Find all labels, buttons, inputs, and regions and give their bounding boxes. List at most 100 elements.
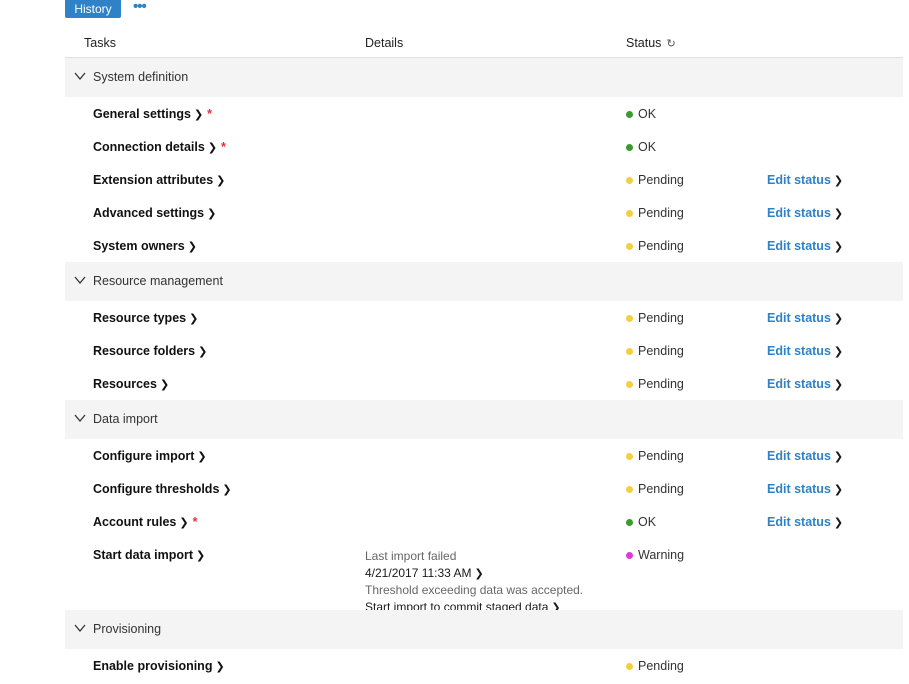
chevron-right-icon: ❯ [196,550,206,562]
edit-status-link[interactable]: Edit status ❯ [767,377,843,391]
history-button[interactable]: History [65,0,121,18]
status-dot-icon [626,347,633,355]
chevron-down-icon[interactable] [73,273,87,287]
more-dots-icon[interactable]: ••• [133,0,147,14]
edit-status-link[interactable]: Edit status ❯ [767,239,843,253]
status-indicator: Pending [626,449,684,463]
chevron-right-icon: ❯ [833,313,844,325]
table-row: Resource types ❯ Pending Edit status ❯ [65,301,903,334]
task-label: Configure import [93,449,195,463]
table-row: Configure import ❯ Pending Edit status ❯ [65,439,903,472]
required-asterisk-icon: * [221,140,226,154]
section-label: Resource management [93,274,223,288]
status-dot-icon [626,110,633,118]
edit-status-link[interactable]: Edit status ❯ [767,515,843,529]
edit-status-label: Edit status [767,482,831,496]
task-label: Connection details [93,140,205,154]
edit-status-link[interactable]: Edit status ❯ [767,482,843,496]
status-indicator: Pending [626,311,684,325]
table-row: Account rules ❯ * OK Edit status ❯ [65,505,903,538]
status-header-label: Status [626,36,662,50]
edit-status-label: Edit status [767,515,831,529]
chevron-right-icon: ❯ [207,142,218,154]
task-label: Start data import [93,548,194,562]
chevron-right-icon: ❯ [216,175,226,187]
task-link[interactable]: Connection details ❯ * [93,140,226,154]
task-link[interactable]: Configure import ❯ [93,449,207,463]
chevron-right-icon: ❯ [833,208,844,220]
status-indicator: OK [626,515,656,529]
task-label: Resource types [93,311,187,325]
status-indicator: Pending [626,206,684,220]
column-header-tasks: Tasks [84,36,116,50]
status-label: Warning [638,548,685,562]
chevron-right-icon: ❯ [187,241,197,253]
status-label: Pending [638,311,684,325]
chevron-right-icon: ❯ [833,484,844,496]
status-label: Pending [638,239,684,253]
required-asterisk-icon: * [207,107,213,121]
chevron-down-icon[interactable] [73,69,87,83]
chevron-right-icon: ❯ [197,451,207,463]
table-header: Tasks Details Status ↻ [65,32,903,58]
task-link[interactable]: Resource folders ❯ [93,344,207,358]
section-header[interactable]: System definition [65,58,903,97]
chevron-right-icon: ❯ [474,567,484,580]
task-link[interactable]: Start data import ❯ [93,548,205,562]
status-label: OK [638,515,657,529]
section-header[interactable]: Provisioning [65,610,903,649]
task-label: Resource folders [93,344,196,358]
refresh-icon[interactable]: ↻ [666,38,675,50]
chevron-right-icon: ❯ [833,517,844,529]
edit-status-label: Edit status [767,206,831,220]
chevron-down-icon[interactable] [73,411,87,425]
chevron-right-icon: ❯ [833,241,844,253]
status-label: Pending [638,377,684,391]
table-row: Configure thresholds ❯ Pending Edit status ❯ [65,472,903,505]
task-label: Extension attributes [93,173,214,187]
task-label: System owners [93,239,185,253]
task-link[interactable]: Configure thresholds ❯ [93,482,232,496]
task-link[interactable]: Enable provisioning ❯ [93,659,225,673]
status-dot-icon [626,452,633,460]
edit-status-label: Edit status [767,377,831,391]
chevron-right-icon: ❯ [193,109,204,121]
task-link[interactable]: Account rules ❯ * [93,515,197,529]
chevron-right-icon: ❯ [833,451,844,463]
task-link[interactable]: Advanced settings ❯ [93,206,216,220]
task-link[interactable]: General settings ❯ * [93,107,212,121]
required-asterisk-icon: * [192,515,198,529]
section-header[interactable]: Data import [65,400,903,439]
edit-status-link[interactable]: Edit status ❯ [767,449,843,463]
section-header[interactable]: Resource management [65,262,903,301]
section-label: System definition [93,70,189,84]
task-link[interactable]: Extension attributes ❯ [93,173,225,187]
table-row: Advanced settings ❯ Pending Edit status ❯ [65,196,903,229]
edit-status-link[interactable]: Edit status ❯ [767,206,843,220]
edit-status-label: Edit status [767,311,831,325]
task-link[interactable]: Resources ❯ [93,377,169,391]
task-label: Enable provisioning [93,659,213,673]
edit-status-label: Edit status [767,344,831,358]
task-label: Resources [93,377,157,391]
edit-status-link[interactable]: Edit status ❯ [767,344,843,358]
edit-status-label: Edit status [767,173,831,187]
status-label: OK [638,140,657,154]
table-row: General settings ❯ * OK [65,97,903,130]
import-details: Last import failed 4/21/2017 11:33 AM ❯ Thr… [365,548,583,616]
edit-status-link[interactable]: Edit status ❯ [767,311,843,325]
task-link[interactable]: System owners ❯ [93,239,197,253]
table-row: Resource folders ❯ Pending Edit status ❯ [65,334,903,367]
status-dot-icon [626,551,633,559]
status-dot-icon [626,485,633,493]
task-link[interactable]: Resource types ❯ [93,311,198,325]
status-indicator: Warning [626,548,684,562]
status-indicator: Pending [626,344,684,358]
column-header-status: Status ↻ [626,36,676,50]
edit-status-link[interactable]: Edit status ❯ [767,173,843,187]
status-indicator: Pending [626,377,684,391]
status-label: Pending [638,659,684,673]
chevron-down-icon[interactable] [73,621,87,635]
status-indicator: Pending [626,482,684,496]
details-timestamp-link[interactable]: 4/21/2017 11:33 AM ❯ [365,565,583,583]
